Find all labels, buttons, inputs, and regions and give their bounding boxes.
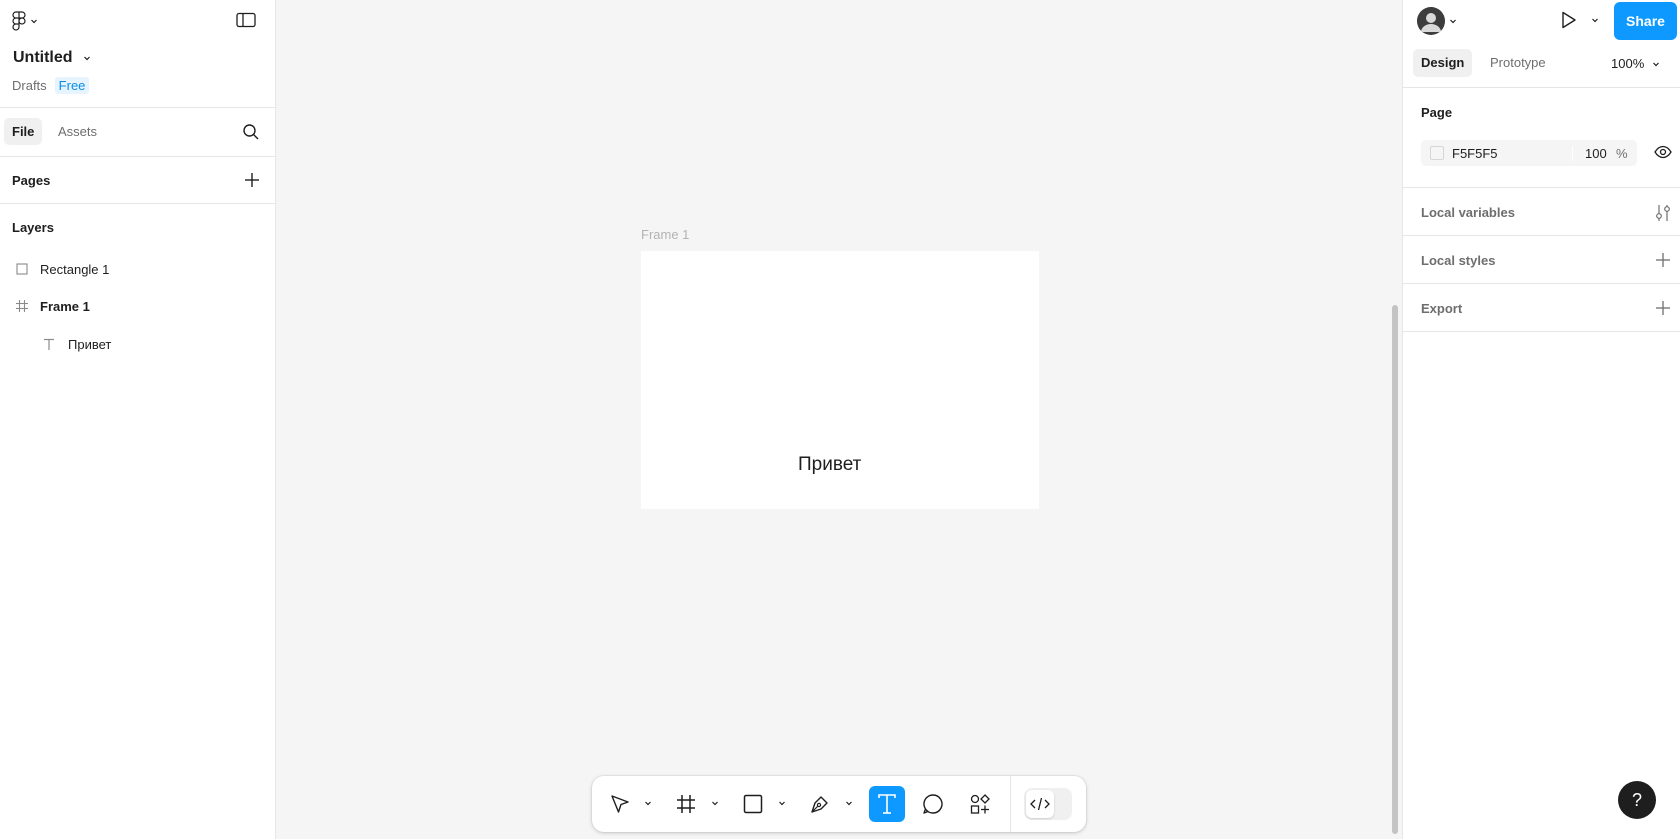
layers-label: Layers	[12, 220, 54, 235]
shape-tool-button[interactable]	[735, 786, 771, 822]
tab-design[interactable]: Design	[1413, 49, 1473, 77]
main-menu-button[interactable]	[12, 10, 38, 32]
left-panel: Untitled Drafts Free File Assets Pages L…	[0, 0, 276, 839]
frame-icon	[16, 300, 28, 312]
account-menu-button[interactable]	[1417, 7, 1457, 35]
rectangle-icon	[743, 794, 763, 814]
zoom-level: 100%	[1611, 56, 1645, 71]
tab-assets[interactable]: Assets	[50, 118, 105, 145]
frame-tool-button[interactable]	[668, 786, 704, 822]
page-section: Page F5F5F5 100 %	[1403, 88, 1680, 188]
text-icon	[44, 338, 54, 350]
text-icon	[878, 794, 896, 814]
right-panel: Share Design Prototype 100% Page F5F5F5 …	[1402, 0, 1680, 839]
opacity-unit: %	[1616, 145, 1628, 161]
present-button[interactable]	[1561, 11, 1599, 29]
layer-name: Frame 1	[40, 299, 90, 314]
frame-1[interactable]: Привет	[641, 251, 1039, 509]
layer-frame-1[interactable]: Frame 1	[0, 292, 276, 322]
file-location[interactable]: Drafts	[12, 78, 47, 93]
figma-logo-icon	[12, 11, 26, 31]
export-row[interactable]: Export	[1403, 284, 1680, 332]
page-color-hex[interactable]: F5F5F5	[1452, 146, 1572, 161]
frame-text-layer[interactable]: Привет	[798, 454, 861, 476]
chevron-down-icon	[1450, 19, 1456, 24]
page-color-field[interactable]: F5F5F5 100 %	[1421, 140, 1637, 166]
chevron-down-icon[interactable]	[644, 799, 652, 807]
sidebar-toggle-button[interactable]	[236, 12, 256, 28]
layer-name: Rectangle 1	[40, 262, 110, 277]
pen-icon	[811, 796, 828, 813]
local-variables-row[interactable]: Local variables	[1403, 188, 1680, 236]
plus-icon[interactable]	[1655, 252, 1671, 268]
help-button[interactable]: ?	[1618, 781, 1656, 819]
export-label: Export	[1421, 301, 1463, 316]
local-variables-label: Local variables	[1421, 205, 1515, 220]
variables-icon[interactable]	[1655, 204, 1671, 222]
left-tabs: File Assets	[0, 108, 275, 157]
page-section-label: Page	[1421, 105, 1453, 120]
comment-icon	[923, 794, 943, 814]
frame-label[interactable]: Frame 1	[641, 227, 689, 242]
pen-tool-button[interactable]	[802, 786, 838, 822]
sidebar-icon	[236, 12, 256, 28]
local-styles-row[interactable]: Local styles	[1403, 236, 1680, 284]
file-header: Untitled Drafts Free	[0, 0, 275, 108]
right-header: Share Design Prototype 100%	[1403, 0, 1680, 88]
chevron-down-icon	[1592, 18, 1598, 23]
chevron-down-icon	[83, 56, 90, 61]
code-icon	[1030, 797, 1050, 811]
text-tool-button[interactable]	[869, 786, 905, 822]
eye-icon	[1654, 145, 1672, 159]
file-meta: Drafts Free	[12, 77, 90, 94]
rectangle-icon	[16, 263, 28, 275]
avatar	[1417, 7, 1445, 35]
zoom-menu-button[interactable]: 100%	[1611, 56, 1660, 71]
chevron-down-icon[interactable]	[845, 799, 853, 807]
canvas-scrollbar[interactable]	[1392, 305, 1398, 834]
toolbar-divider	[1010, 776, 1011, 832]
frame-icon	[677, 795, 695, 813]
chevron-down-icon	[1653, 62, 1660, 66]
layer-text-privet[interactable]: Привет	[0, 330, 276, 360]
plus-icon[interactable]	[1655, 300, 1671, 316]
cursor-icon	[611, 795, 629, 813]
color-swatch[interactable]	[1430, 146, 1444, 160]
tab-prototype[interactable]: Prototype	[1482, 49, 1554, 77]
add-page-button[interactable]	[244, 172, 260, 188]
dev-mode-toggle[interactable]	[1024, 788, 1072, 820]
chevron-down-icon	[31, 19, 37, 24]
tab-file[interactable]: File	[4, 118, 43, 145]
actions-tool-button[interactable]	[962, 786, 998, 822]
layer-rectangle-1[interactable]: Rectangle 1	[0, 255, 276, 285]
file-title: Untitled	[13, 49, 73, 66]
chevron-down-icon[interactable]	[778, 799, 786, 807]
actions-icon	[970, 794, 990, 814]
play-icon	[1562, 11, 1576, 29]
comment-tool-button[interactable]	[915, 786, 951, 822]
dev-mode-knob	[1026, 790, 1054, 818]
plan-badge[interactable]: Free	[54, 77, 90, 94]
bottom-toolbar	[592, 776, 1086, 832]
pages-label: Pages	[12, 173, 51, 188]
plus-icon	[245, 173, 259, 187]
chevron-down-icon[interactable]	[711, 799, 719, 807]
layer-name: Привет	[68, 337, 112, 352]
move-tool-button[interactable]	[602, 786, 638, 822]
share-button[interactable]: Share	[1614, 2, 1677, 40]
visibility-toggle[interactable]	[1654, 145, 1672, 159]
file-title-button[interactable]: Untitled	[13, 49, 91, 67]
page-opacity-value[interactable]: 100	[1572, 145, 1616, 161]
search-button[interactable]	[242, 123, 260, 141]
user-icon	[1417, 7, 1445, 35]
local-styles-label: Local styles	[1421, 253, 1496, 268]
search-icon	[243, 124, 259, 140]
pages-section: Pages	[0, 157, 275, 204]
